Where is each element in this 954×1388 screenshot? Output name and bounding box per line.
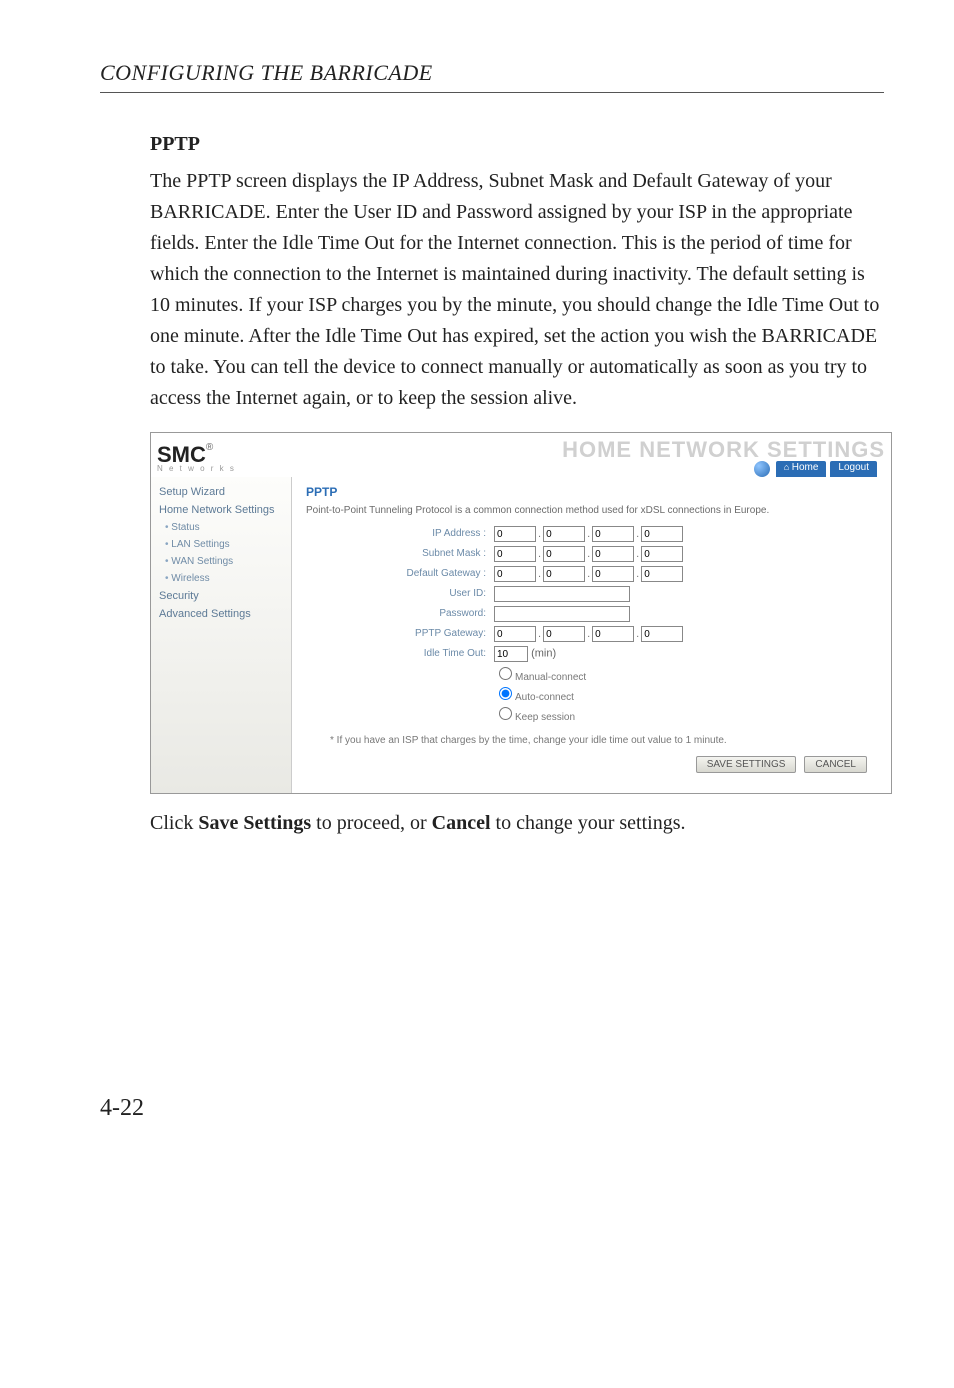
closing-bold2: Cancel [432, 812, 491, 834]
note-text: * If you have an ISP that charges by the… [330, 735, 877, 746]
pptpgw-octet-4[interactable] [641, 626, 683, 642]
sidebar: Setup Wizard Home Network Settings Statu… [151, 477, 292, 793]
panel-title: PPTP [306, 485, 877, 499]
sidebar-item-wan[interactable]: WAN Settings [151, 553, 291, 570]
closing-mid: to proceed, or [311, 812, 432, 834]
userid-input[interactable] [494, 586, 630, 602]
logo-text: SMC [157, 442, 206, 467]
sidebar-item-advanced[interactable]: Advanced Settings [151, 605, 291, 623]
gw-octet-3[interactable] [592, 566, 634, 582]
label-idle: Idle Time Out: [306, 646, 494, 659]
pptpgw-octet-1[interactable] [494, 626, 536, 642]
panel-desc: Point-to-Point Tunneling Protocol is a c… [306, 505, 877, 516]
running-head: CONFIGURING THE BARRICADE [100, 60, 884, 93]
cancel-button[interactable]: CANCEL [804, 756, 867, 773]
pptpgw-octet-2[interactable] [543, 626, 585, 642]
idle-input[interactable] [494, 646, 528, 662]
sidebar-item-security[interactable]: Security [151, 587, 291, 605]
ip-octet-3[interactable] [592, 526, 634, 542]
sidebar-item-status[interactable]: Status [151, 519, 291, 536]
closing-bold1: Save Settings [198, 812, 311, 834]
tab-logout[interactable]: Logout [830, 461, 877, 477]
ip-octet-2[interactable] [543, 526, 585, 542]
closing-suffix: to change your settings. [491, 812, 686, 834]
label-userid: User ID: [306, 586, 494, 599]
subnet-octet-2[interactable] [543, 546, 585, 562]
sidebar-item-home-network[interactable]: Home Network Settings [151, 501, 291, 519]
section-title: PPTP [150, 133, 884, 156]
router-screenshot: SMC® N e t w o r k s HOME NETWORK SETTIN… [150, 432, 892, 794]
closing-prefix: Click [150, 812, 198, 834]
logo-subtext: N e t w o r k s [157, 464, 236, 473]
closing-text: Click Save Settings to proceed, or Cance… [150, 812, 884, 835]
radio-manual[interactable] [499, 667, 512, 680]
sidebar-item-lan[interactable]: LAN Settings [151, 536, 291, 553]
subnet-octet-4[interactable] [641, 546, 683, 562]
label-password: Password: [306, 606, 494, 619]
globe-icon [754, 461, 770, 477]
page-number: 4-22 [100, 1095, 884, 1122]
body-paragraph: The PPTP screen displays the IP Address,… [150, 166, 884, 414]
gw-octet-4[interactable] [641, 566, 683, 582]
tab-home[interactable]: ⌂ Home [776, 461, 827, 477]
label-pptp-gw: PPTP Gateway: [306, 626, 494, 639]
radio-manual-label: Manual-connect [515, 672, 586, 683]
idle-unit: (min) [531, 648, 556, 660]
ip-octet-4[interactable] [641, 526, 683, 542]
password-input[interactable] [494, 606, 630, 622]
label-ip: IP Address : [306, 526, 494, 539]
radio-auto-label: Auto-connect [515, 692, 574, 703]
radio-auto[interactable] [499, 687, 512, 700]
save-settings-button[interactable]: SAVE SETTINGS [696, 756, 797, 773]
ip-octet-1[interactable] [494, 526, 536, 542]
sidebar-item-setup-wizard[interactable]: Setup Wizard [151, 483, 291, 501]
gw-octet-2[interactable] [543, 566, 585, 582]
sidebar-item-wireless[interactable]: Wireless [151, 570, 291, 587]
radio-keep[interactable] [499, 707, 512, 720]
radio-keep-label: Keep session [515, 712, 575, 723]
header-title: HOME NETWORK SETTINGS [562, 437, 885, 463]
gw-octet-1[interactable] [494, 566, 536, 582]
label-subnet: Subnet Mask : [306, 546, 494, 559]
logo-reg: ® [206, 442, 213, 453]
subnet-octet-3[interactable] [592, 546, 634, 562]
main-panel: PPTP Point-to-Point Tunneling Protocol i… [292, 477, 891, 793]
subnet-octet-1[interactable] [494, 546, 536, 562]
label-gateway: Default Gateway : [306, 566, 494, 579]
pptpgw-octet-3[interactable] [592, 626, 634, 642]
smc-logo: SMC® N e t w o r k s [157, 442, 236, 473]
